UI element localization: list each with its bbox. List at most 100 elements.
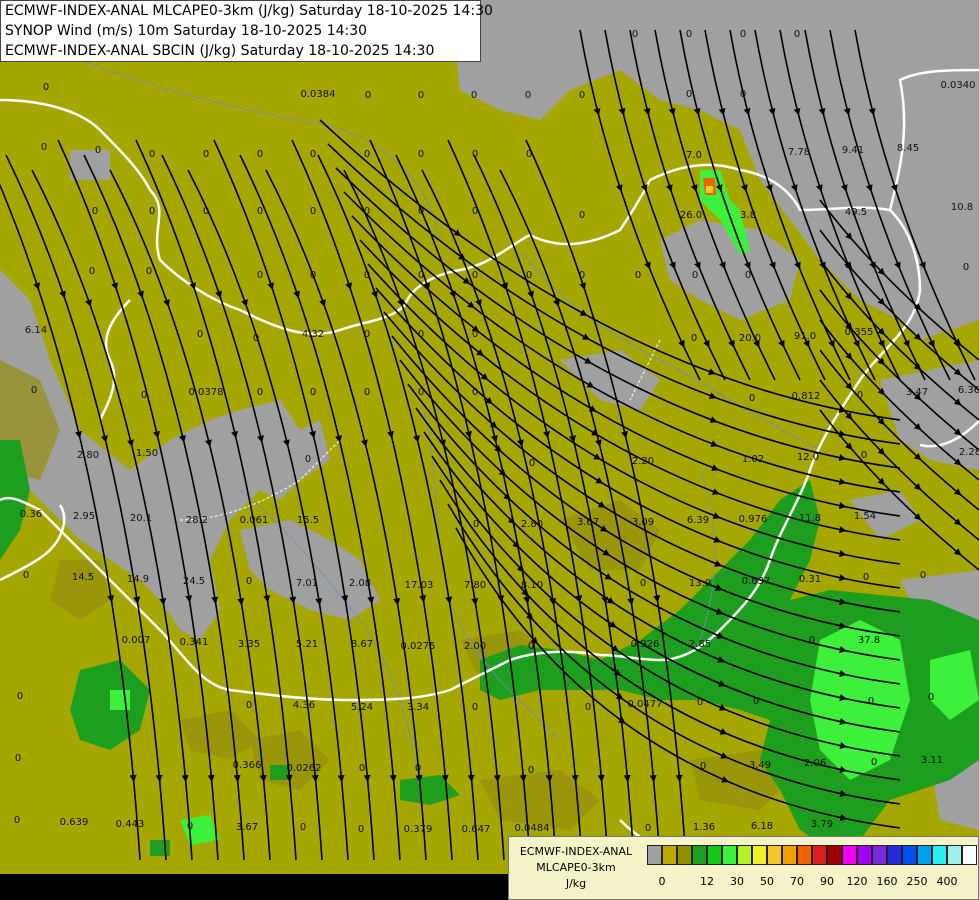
header-mlcape-title: ECMWF-INDEX-ANAL MLCAPE0-3km (J/kg) Satu… <box>5 3 493 19</box>
sbcin-label: 0 <box>310 270 316 281</box>
sbcin-label: 0 <box>868 696 874 707</box>
sbcin-label: 0.0384 <box>301 89 336 100</box>
legend-swatch <box>707 845 722 865</box>
sbcin-label: 3.8 <box>740 210 756 221</box>
legend-tick-label: 12 <box>700 875 714 888</box>
sbcin-label: 0 <box>364 206 370 217</box>
sbcin-label: 0.639 <box>60 817 89 828</box>
sbcin-label: 0 <box>89 266 95 277</box>
legend-swatch <box>722 845 737 865</box>
sbcin-label: 0 <box>686 89 692 100</box>
sbcin-label: 0 <box>310 206 316 217</box>
legend-swatch <box>902 845 917 865</box>
sbcin-label: 0 <box>141 390 147 401</box>
sbcin-label: 1.54 <box>854 511 876 522</box>
sbcin-label: 0.366 <box>233 760 262 771</box>
sbcin-label: 0.0262 <box>287 763 322 774</box>
sbcin-label: 7.80 <box>464 580 486 591</box>
sbcin-label: 0.355 <box>845 327 874 338</box>
sbcin-label: 0.812 <box>792 391 821 402</box>
legend-tick-label: 120 <box>846 875 868 888</box>
sbcin-label: 0 <box>697 697 703 708</box>
sbcin-label: 0.379 <box>404 824 433 835</box>
legend-tick-label: 400 <box>936 875 958 888</box>
header-wind-title: SYNOP Wind (m/s) 10m Saturday 18-10-2025… <box>5 23 368 39</box>
sbcin-label: 0 <box>92 206 98 217</box>
sbcin-label: 0.0477 <box>628 699 663 710</box>
sbcin-label: 0.31 <box>799 574 821 585</box>
legend-swatch <box>872 845 887 865</box>
legend-swatch <box>962 845 977 865</box>
sbcin-label: 0.0378 <box>189 387 224 398</box>
sbcin-label: 0 <box>197 329 203 340</box>
sbcin-label: 0 <box>203 206 209 217</box>
sbcin-label: 12.0 <box>797 452 819 463</box>
sbcin-label: 0 <box>257 206 263 217</box>
sbcin-label: 14.5 <box>72 572 94 583</box>
sbcin-label: 0 <box>749 393 755 404</box>
sbcin-label: 0 <box>310 149 316 160</box>
legend-unit: J/kg <box>565 877 587 890</box>
sbcin-label: 13.0 <box>689 578 711 589</box>
sbcin-label: 0 <box>418 270 424 281</box>
legend-tick-label: 50 <box>760 875 774 888</box>
sbcin-label: 11.8 <box>799 513 821 524</box>
sbcin-label: 0 <box>246 576 252 587</box>
sbcin-label: 0 <box>529 458 535 469</box>
sbcin-label: 0.926 <box>631 639 660 650</box>
sbcin-label: 0.341 <box>180 637 209 648</box>
legend-swatch <box>842 845 857 865</box>
sbcin-label: 0 <box>41 142 47 153</box>
sbcin-label: 0 <box>418 149 424 160</box>
sbcin-label: 0 <box>149 149 155 160</box>
sbcin-label: 4.32 <box>302 329 324 340</box>
sbcin-label: 0 <box>920 570 926 581</box>
sbcin-label: 3.67 <box>577 517 599 528</box>
sbcin-label: 2.28 <box>959 447 979 458</box>
sbcin-label: 0 <box>43 82 49 93</box>
sbcin-label: 0 <box>358 824 364 835</box>
sbcin-label: 0 <box>857 390 863 401</box>
legend-swatch <box>782 845 797 865</box>
sbcin-label: 3.35 <box>238 639 260 650</box>
legend-swatch <box>797 845 812 865</box>
sbcin-label: 2.20 <box>632 456 654 467</box>
sbcin-label: 0.0275 <box>401 641 436 652</box>
sbcin-label: 0 <box>415 763 421 774</box>
sbcin-label: 17.03 <box>405 580 434 591</box>
sbcin-label: 6.14 <box>25 325 47 336</box>
sbcin-label: 6.36 <box>958 385 979 396</box>
sbcin-label: 0.36 <box>20 509 42 520</box>
sbcin-label: 0 <box>31 385 37 396</box>
sbcin-label: 0.0484 <box>515 823 550 834</box>
sbcin-label: 4.36 <box>293 700 315 711</box>
sbcin-label: 0 <box>526 149 532 160</box>
sbcin-label: 0 <box>15 753 21 764</box>
sbcin-label: 0 <box>632 29 638 40</box>
sbcin-label: 0 <box>23 570 29 581</box>
sbcin-label: 14.9 <box>127 574 149 585</box>
legend-swatch <box>692 845 707 865</box>
legend-tick-label: 30 <box>730 875 744 888</box>
legend-title-source: ECMWF-INDEX-ANAL <box>519 845 633 858</box>
sbcin-label: 0.061 <box>240 515 269 526</box>
sbcin-label: 0 <box>861 450 867 461</box>
sbcin-label: 0 <box>472 702 478 713</box>
sbcin-label: 2.06 <box>804 758 826 769</box>
sbcin-label: 8.45 <box>897 143 919 154</box>
sbcin-label: 0 <box>418 90 424 101</box>
sbcin-label: 0 <box>418 329 424 340</box>
sbcin-label: 3.11 <box>921 755 943 766</box>
legend-swatch <box>857 845 872 865</box>
sbcin-label: 0 <box>187 821 193 832</box>
sbcin-label: 0 <box>691 333 697 344</box>
legend-swatch <box>932 845 947 865</box>
sbcin-label: 2.08 <box>349 578 371 589</box>
legend-swatch <box>917 845 932 865</box>
sbcin-label: 37.8 <box>858 635 880 646</box>
legend-tick-label: 160 <box>876 875 898 888</box>
sbcin-label: 0 <box>794 29 800 40</box>
sbcin-label: 0 <box>963 262 969 273</box>
sbcin-label: 0.443 <box>116 819 145 830</box>
sbcin-label: 3.79 <box>811 819 833 830</box>
